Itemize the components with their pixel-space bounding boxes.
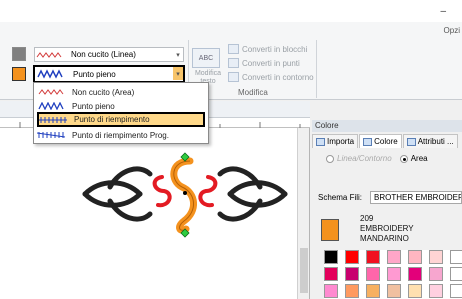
attributes-icon — [406, 137, 416, 146]
palette-swatch[interactable] — [450, 250, 462, 264]
group-divider — [316, 40, 317, 98]
chevron-down-icon[interactable]: ▾ — [173, 67, 183, 80]
blocks-icon — [228, 44, 239, 54]
line-stitch-row — [12, 46, 26, 62]
line-color-button[interactable] — [12, 47, 26, 61]
area-color-button[interactable] — [12, 67, 26, 81]
palette-swatch[interactable] — [408, 267, 422, 281]
palette-swatch[interactable] — [408, 284, 422, 298]
palette-swatch[interactable] — [387, 284, 401, 298]
palette-swatch[interactable] — [345, 284, 359, 298]
embroidery-design[interactable] — [70, 149, 300, 244]
current-color-swatch — [321, 219, 339, 241]
center-point — [183, 191, 187, 195]
palette-swatch[interactable] — [366, 284, 380, 298]
schema-label: Schema Fili: — [318, 193, 363, 202]
palette-swatch[interactable] — [429, 267, 443, 281]
dropdown-item-label: Non cucito (Area) — [72, 87, 135, 97]
color-icon — [363, 137, 373, 146]
tab-importa[interactable]: Importa — [312, 134, 359, 148]
chevron-down-icon[interactable]: ▾ — [173, 48, 183, 61]
prog-fill-stitch-icon — [37, 132, 66, 138]
color-name: MANDARINO — [360, 234, 409, 243]
zigzag-line-icon — [36, 51, 62, 58]
palette-swatch[interactable] — [345, 267, 359, 281]
mode-radio-row: Linea/Contorno Area — [326, 154, 428, 163]
outline-icon — [228, 72, 239, 82]
dropdown-item-non-cucito-area[interactable]: Non cucito (Area) — [37, 86, 205, 98]
minimize-button[interactable]: – — [440, 6, 446, 17]
scrollbar-thumb[interactable] — [300, 248, 308, 293]
fill-stitch-icon — [39, 116, 67, 123]
convert-outline-button[interactable]: Converti in contorno — [228, 72, 314, 82]
convert-outline-label: Converti in contorno — [242, 72, 314, 82]
dropdown-item-label: Punto di riempimento — [74, 115, 150, 124]
color-palette-grid — [324, 250, 462, 299]
panel-tabs: Importa Colore Attributi ... — [312, 134, 459, 148]
palette-swatch[interactable] — [429, 250, 443, 264]
convert-blocks-label: Converti in blocchi — [242, 44, 308, 54]
radio-line[interactable] — [326, 154, 334, 163]
area-stitch-combo[interactable]: Punto pieno ▾ — [33, 65, 185, 83]
modifica-group-label: Modifica — [238, 88, 268, 97]
abc-text-icon: ABC — [192, 48, 220, 68]
dropdown-item-label: Punto di riempimento Prog. — [72, 130, 169, 140]
color-brand: EMBROIDERY — [360, 224, 414, 233]
palette-swatch[interactable] — [450, 267, 462, 281]
palette-swatch[interactable] — [387, 250, 401, 264]
color-panel: Colore Importa Colore Attributi ... Line… — [312, 120, 462, 299]
schema-select[interactable]: BROTHER EMBROIDERY — [370, 191, 462, 204]
tab-colore[interactable]: Colore — [359, 134, 402, 148]
palette-swatch[interactable] — [366, 267, 380, 281]
area-stitch-row — [12, 66, 26, 82]
dropdown-item-punto-riempimento[interactable]: Punto di riempimento — [37, 112, 205, 127]
line-stitch-label: Non cucito (Linea) — [71, 50, 136, 59]
palette-swatch[interactable] — [429, 284, 443, 298]
palette-swatch[interactable] — [408, 250, 422, 264]
convert-points-label: Converti in punti — [242, 58, 300, 68]
points-icon — [228, 58, 239, 68]
line-stitch-combo[interactable]: Non cucito (Linea) ▾ — [34, 47, 184, 62]
panel-title: Colore — [312, 120, 462, 132]
radio-area-label: Area — [410, 154, 428, 163]
palette-swatch[interactable] — [324, 250, 338, 264]
radio-line-label: Linea/Contorno — [337, 154, 392, 163]
tab-attributi[interactable]: Attributi ... — [402, 134, 458, 148]
zigzag-line-icon — [38, 89, 64, 95]
area-stitch-label: Punto pieno — [73, 69, 116, 79]
palette-swatch[interactable] — [366, 250, 380, 264]
convert-blocks-button[interactable]: Converti in blocchi — [228, 44, 307, 54]
palette-swatch[interactable] — [345, 250, 359, 264]
dropdown-item-label: Punto pieno — [72, 101, 115, 111]
dropdown-item-punto-pieno[interactable]: Punto pieno — [37, 100, 205, 112]
import-icon — [316, 137, 325, 146]
dropdown-item-punto-riempimento-prog[interactable]: Punto di riempimento Prog. — [37, 129, 205, 141]
satin-stitch-icon — [37, 69, 63, 79]
palette-swatch[interactable] — [324, 267, 338, 281]
options-tab[interactable]: Opzi — [444, 26, 460, 35]
stitch-type-dropdown[interactable]: Non cucito (Area) Punto pieno Punto di r… — [33, 82, 209, 144]
title-bar: – — [0, 0, 462, 22]
radio-area[interactable] — [399, 154, 408, 163]
palette-swatch[interactable] — [387, 267, 401, 281]
selected-shape[interactable] — [170, 157, 197, 234]
convert-points-button[interactable]: Converti in punti — [228, 58, 300, 68]
satin-stitch-icon — [38, 102, 64, 110]
palette-swatch[interactable] — [450, 284, 462, 298]
palette-swatch[interactable] — [324, 284, 338, 298]
color-number: 209 — [360, 214, 374, 223]
